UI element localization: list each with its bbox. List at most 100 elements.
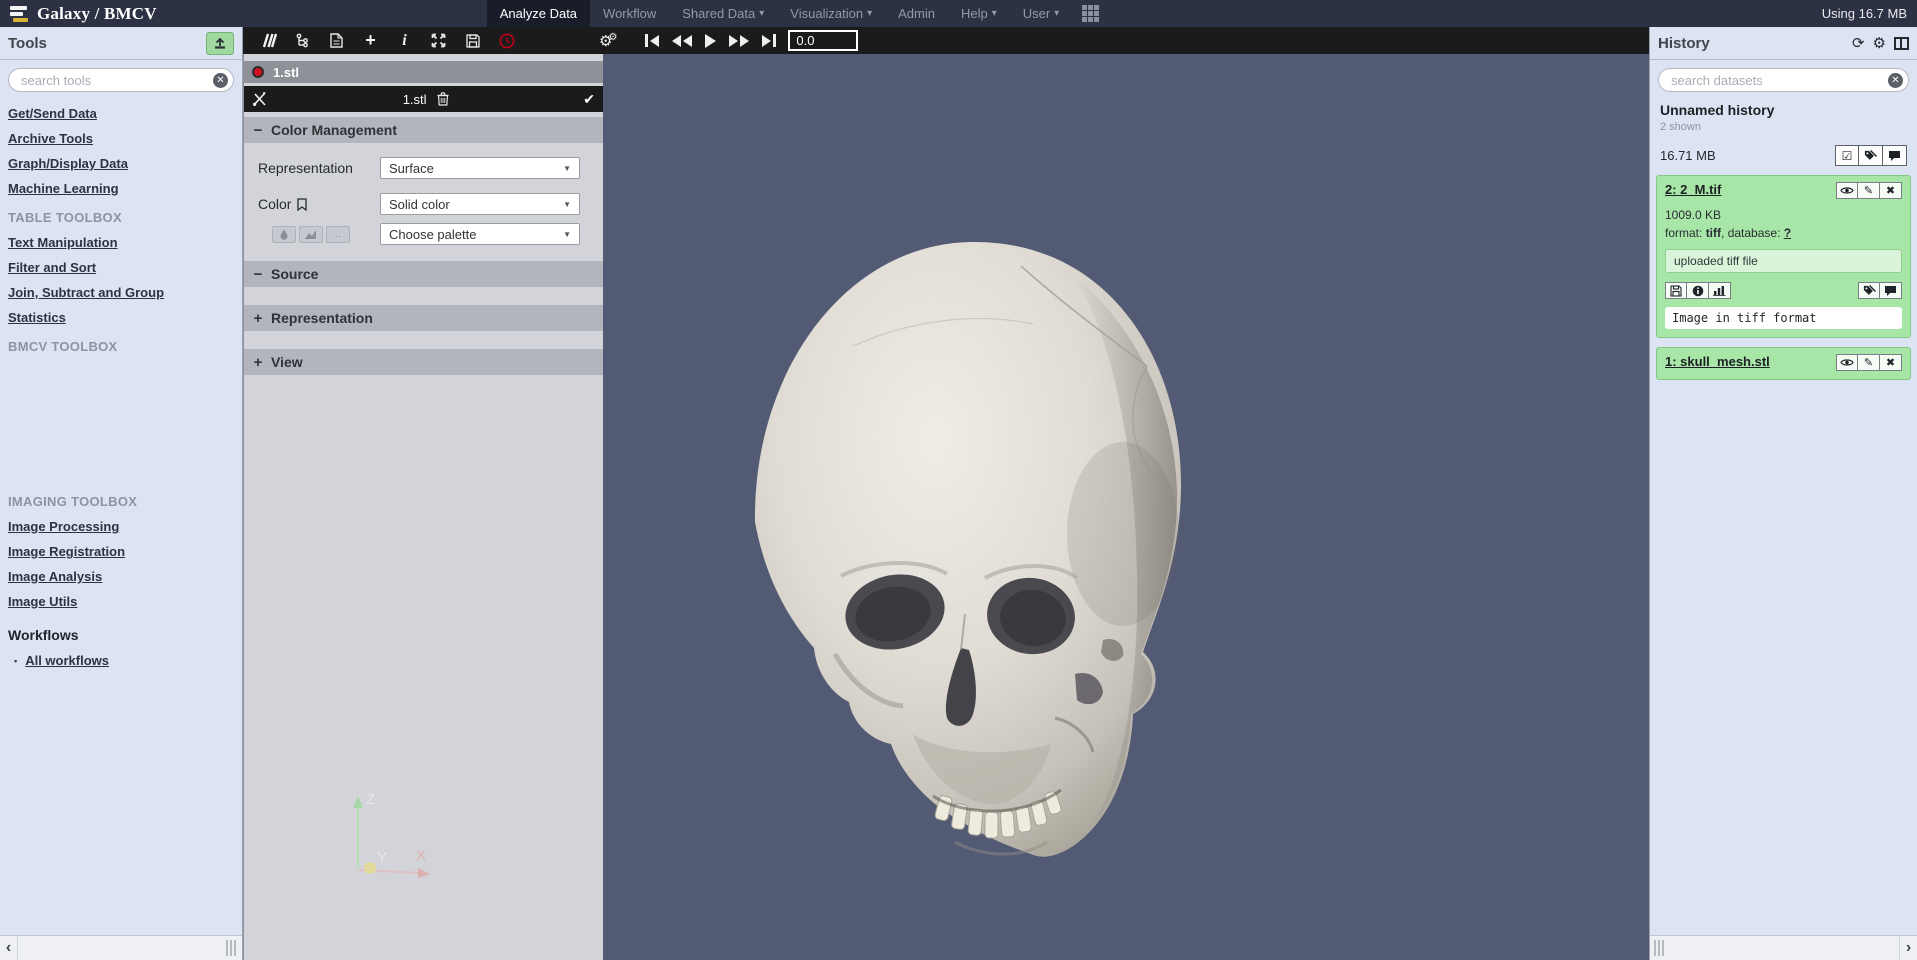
colormap-button[interactable] bbox=[299, 226, 323, 243]
histogram-icon bbox=[305, 230, 317, 239]
tool-link-image-analysis[interactable]: Image Analysis bbox=[8, 569, 234, 584]
dataset-2-size: 1009.0 KB bbox=[1665, 208, 1902, 222]
close-icon: ✖ bbox=[1886, 356, 1895, 369]
history-size: 16.71 MB bbox=[1660, 148, 1716, 163]
play-button[interactable] bbox=[705, 34, 716, 48]
tool-link-text-manipulation[interactable]: Text Manipulation bbox=[8, 235, 234, 250]
menu-user[interactable]: User▾ bbox=[1010, 0, 1072, 27]
next-frame-button[interactable] bbox=[729, 35, 749, 47]
center-area: + i ⚙⚙ bbox=[243, 27, 1649, 960]
collapse-left-panel-icon[interactable]: ‹ bbox=[0, 936, 18, 960]
history-tags-button[interactable] bbox=[1859, 145, 1883, 166]
tool-link-image-utils[interactable]: Image Utils bbox=[8, 594, 234, 609]
tool-link-image-registration[interactable]: Image Registration bbox=[8, 544, 234, 559]
history-name[interactable]: Unnamed history bbox=[1660, 102, 1907, 118]
edit-attributes-button[interactable]: ✎ bbox=[1858, 182, 1880, 199]
menu-admin[interactable]: Admin bbox=[885, 0, 948, 27]
section-representation[interactable]: + Representation bbox=[244, 305, 603, 331]
information-icon[interactable]: i bbox=[396, 32, 413, 49]
edit-strokes-icon[interactable] bbox=[260, 32, 277, 49]
menu-analyze-data[interactable]: Analyze Data bbox=[487, 0, 590, 27]
render-viewport[interactable] bbox=[603, 54, 1649, 960]
dataset-annotation-button[interactable] bbox=[1880, 282, 1902, 299]
last-frame-button[interactable] bbox=[762, 34, 776, 47]
search-datasets-input[interactable] bbox=[1658, 68, 1909, 92]
add-source-icon[interactable]: + bbox=[362, 32, 379, 49]
delete-node-icon[interactable] bbox=[437, 92, 449, 106]
info-circle-icon bbox=[1692, 285, 1704, 297]
menu-visualization[interactable]: Visualization▾ bbox=[777, 0, 885, 27]
history-annotation-button[interactable] bbox=[1883, 145, 1907, 166]
tools-scroll-track[interactable] bbox=[18, 936, 242, 960]
dataset-card-2: 2: 2_M.tif ✎ ✖ 1009.0 KB format: tiff, d… bbox=[1656, 175, 1911, 338]
tools-panel: Tools ✕ Get/Send Data Archive Tools Grap… bbox=[0, 27, 243, 960]
all-workflows-link[interactable]: All workflows bbox=[25, 653, 109, 668]
clear-search-icon[interactable]: ✕ bbox=[1888, 73, 1903, 88]
apps-grid-icon[interactable] bbox=[1082, 5, 1099, 22]
tool-link-archive-tools[interactable]: Archive Tools bbox=[8, 131, 234, 146]
resize-grip[interactable] bbox=[226, 940, 238, 956]
dataset-tags-button[interactable] bbox=[1858, 282, 1880, 299]
display-eye-button[interactable] bbox=[1836, 182, 1858, 199]
upload-button[interactable] bbox=[206, 32, 234, 55]
history-options-gear-icon[interactable]: ⚙ bbox=[1873, 36, 1886, 51]
select-items-button[interactable]: ☑ bbox=[1835, 145, 1859, 166]
color-mode-select[interactable]: Solid color ▼ bbox=[380, 193, 580, 215]
tool-link-filter-and-sort[interactable]: Filter and Sort bbox=[8, 260, 234, 275]
dataset-bar[interactable]: 1.stl bbox=[244, 61, 603, 83]
representation-select[interactable]: Surface ▼ bbox=[380, 157, 580, 179]
delete-dataset-button[interactable]: ✖ bbox=[1880, 354, 1902, 371]
dataset-2-title[interactable]: 2: 2_M.tif bbox=[1665, 182, 1721, 197]
save-icon bbox=[1670, 285, 1682, 297]
section-source[interactable]: − Source bbox=[244, 261, 603, 287]
database-link[interactable]: ? bbox=[1784, 226, 1791, 240]
droplet-icon bbox=[280, 229, 288, 240]
document-icon[interactable] bbox=[328, 32, 345, 49]
menu-shared-data[interactable]: Shared Data▾ bbox=[669, 0, 777, 27]
pipeline-node-bar[interactable]: 1.stl ✔ bbox=[244, 86, 603, 112]
resize-grip[interactable] bbox=[1654, 940, 1666, 956]
collapse-right-panel-icon[interactable]: › bbox=[1899, 936, 1917, 960]
dataset-1-title[interactable]: 1: skull_mesh.stl bbox=[1665, 354, 1770, 369]
axis-z-label: Z bbox=[366, 791, 375, 808]
search-tools-input[interactable] bbox=[8, 68, 234, 92]
section-color-management[interactable]: − Color Management bbox=[244, 117, 603, 143]
tool-link-graph-display-data[interactable]: Graph/Display Data bbox=[8, 156, 234, 171]
history-scroll-track[interactable] bbox=[1650, 936, 1899, 960]
fullscreen-expand-icon[interactable] bbox=[430, 32, 447, 49]
dataset-annotation-box[interactable]: uploaded tiff file bbox=[1665, 249, 1902, 273]
timer-clock-icon[interactable] bbox=[498, 32, 515, 49]
settings-gears-icon[interactable]: ⚙⚙ bbox=[599, 32, 613, 50]
masthead: Galaxy / BMCV Analyze Data Workflow Shar… bbox=[0, 0, 1917, 27]
palette-select[interactable]: Choose palette ▼ bbox=[380, 223, 580, 245]
visualize-chart-button[interactable] bbox=[1709, 282, 1731, 299]
dataset-card-1: 1: skull_mesh.stl ✎ ✖ bbox=[1656, 347, 1911, 380]
tool-link-join-subtract-group[interactable]: Join, Subtract and Group bbox=[8, 285, 234, 300]
menu-workflow[interactable]: Workflow bbox=[590, 0, 669, 27]
tool-link-image-processing[interactable]: Image Processing bbox=[8, 519, 234, 534]
wrench-tools-icon[interactable] bbox=[252, 92, 268, 107]
color-picker-button[interactable] bbox=[272, 226, 296, 243]
download-save-button[interactable] bbox=[1665, 282, 1687, 299]
brand[interactable]: Galaxy / BMCV bbox=[0, 4, 157, 24]
first-frame-button[interactable] bbox=[645, 34, 659, 47]
bar-chart-icon bbox=[1713, 285, 1726, 296]
multi-history-view-icon[interactable] bbox=[1894, 37, 1909, 50]
save-screenshot-icon[interactable] bbox=[464, 32, 481, 49]
edit-attributes-button[interactable]: ✎ bbox=[1858, 354, 1880, 371]
range-button[interactable]: ‥ bbox=[326, 226, 350, 243]
tool-link-statistics[interactable]: Statistics bbox=[8, 310, 234, 325]
dataset-info-button[interactable] bbox=[1687, 282, 1709, 299]
caret-down-icon: ▾ bbox=[1054, 8, 1059, 19]
display-eye-button[interactable] bbox=[1836, 354, 1858, 371]
previous-frame-button[interactable] bbox=[672, 35, 692, 47]
time-value-input[interactable] bbox=[788, 30, 858, 51]
pipeline-tree-icon[interactable] bbox=[294, 32, 311, 49]
clear-search-icon[interactable]: ✕ bbox=[213, 73, 228, 88]
delete-dataset-button[interactable]: ✖ bbox=[1880, 182, 1902, 199]
section-view[interactable]: + View bbox=[244, 349, 603, 375]
tool-link-get-send-data[interactable]: Get/Send Data bbox=[8, 106, 234, 121]
refresh-history-icon[interactable]: ⟳ bbox=[1852, 36, 1865, 51]
tool-link-machine-learning[interactable]: Machine Learning bbox=[8, 181, 234, 196]
menu-help[interactable]: Help▾ bbox=[948, 0, 1010, 27]
